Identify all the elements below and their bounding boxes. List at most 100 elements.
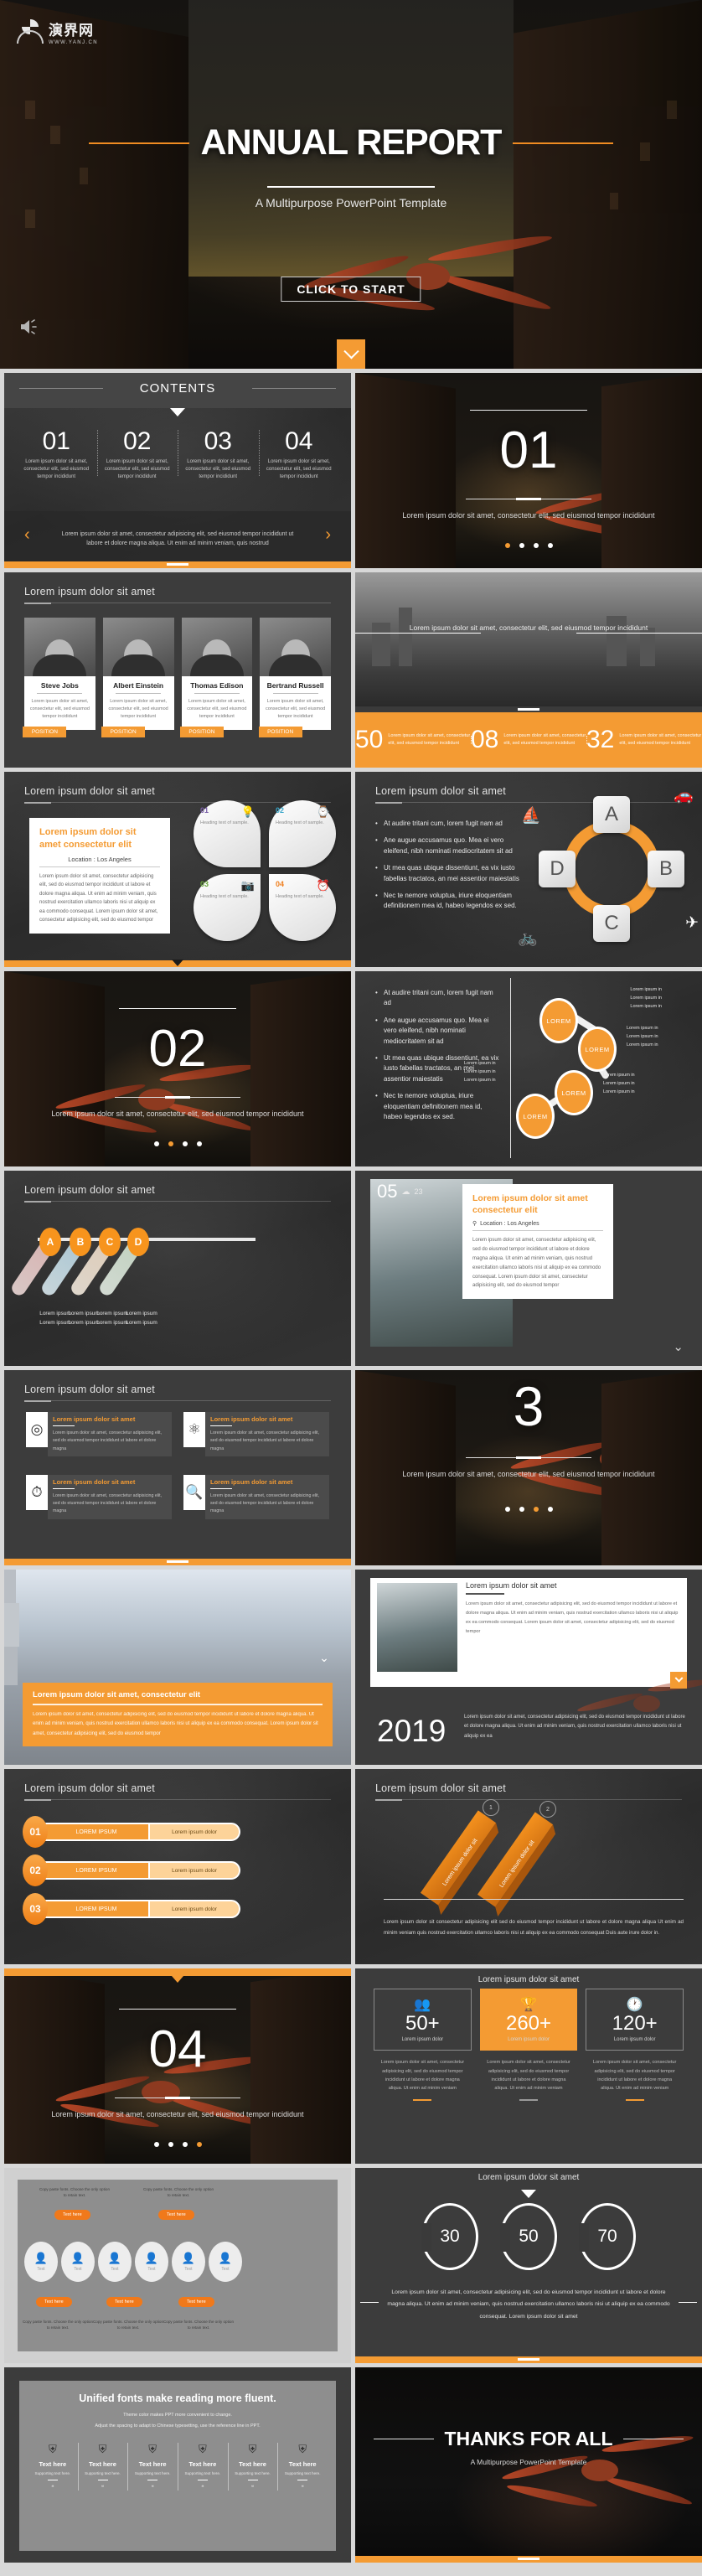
abcd-tile-a[interactable]: A xyxy=(593,796,630,833)
slide-city-stats[interactable]: Lorem ipsum dolor sit amet, consectetur … xyxy=(355,572,702,768)
plus-stat-card[interactable]: 🏆 260+ Lorem ipsum dolor Lorem ipsum dol… xyxy=(479,1989,578,2101)
slide-title: Lorem ipsum dolor sit amet xyxy=(375,1782,506,1794)
chevron-down-icon[interactable] xyxy=(337,339,365,369)
slide-team[interactable]: Lorem ipsum dolor sit amet Steve Jobs Lo… xyxy=(4,572,351,768)
slide-molecule[interactable]: At audire tritani cum, lorem fugit nam a… xyxy=(355,971,702,1166)
fonts-column[interactable]: ⛨ Text here Supporting text here. ❝ xyxy=(178,2443,228,2491)
team-list: Steve Jobs Lorem ipsum dolor sit amet, c… xyxy=(23,618,331,738)
slide-features[interactable]: Lorem ipsum dolor sit amet ◎ Lorem ipsum… xyxy=(4,1370,351,1565)
molecule-node[interactable]: LOREM xyxy=(516,1094,555,1139)
slide-dots[interactable] xyxy=(355,1507,702,1512)
org-avatar[interactable]: 👤 Text xyxy=(135,2242,168,2282)
molecule-node[interactable]: LOREM xyxy=(539,998,578,1043)
step-circle-1[interactable]: 1 xyxy=(483,1799,499,1816)
slide-dots[interactable] xyxy=(355,543,702,548)
stat-item[interactable]: 32 Lorem ipsum dolor sit amet, consectet… xyxy=(586,727,702,753)
slide-abcd[interactable]: Lorem ipsum dolor sit amet At audire tri… xyxy=(355,772,702,967)
molecule-node[interactable]: LOREM xyxy=(578,1027,617,1072)
feature-item[interactable]: ⏱ Lorem ipsum dolor sit amet Lorem ipsum … xyxy=(26,1474,172,1519)
pin-b[interactable]: B xyxy=(70,1228,91,1256)
slide-contents[interactable]: CONTENTS 01 Lorem ipsum dolor sit amet, … xyxy=(4,373,351,568)
slide-ribbons[interactable]: Lorem ipsum dolor sit amet A B C D Lorem… xyxy=(4,1171,351,1366)
feature-item[interactable]: ⚛ Lorem ipsum dolor sit amet Lorem ipsum … xyxy=(183,1412,329,1456)
org-avatar[interactable]: 👤 Text xyxy=(172,2242,205,2282)
slide-dots[interactable] xyxy=(4,2142,351,2147)
org-avatar[interactable]: 👤 Text xyxy=(61,2242,95,2282)
quadrant-card-03[interactable]: 03 📷 Heading text of sample. xyxy=(194,874,261,941)
slide-year[interactable]: Lorem ipsum dolor sit amet Lorem ipsum d… xyxy=(355,1570,702,1765)
numbered-row[interactable]: 01 LOREM IPSUM Lorem ipsum dolor xyxy=(23,1816,240,1848)
molecule-node[interactable]: LOREM xyxy=(555,1070,593,1115)
abcd-tile-d[interactable]: D xyxy=(539,851,576,887)
chevron-down-icon[interactable]: ⌄ xyxy=(673,1339,684,1354)
member-desc: Lorem ipsum dolor sit amet, consectetur … xyxy=(187,699,247,719)
step-circle-2[interactable]: 2 xyxy=(539,1801,556,1818)
org-pill[interactable]: Text here xyxy=(36,2297,72,2307)
contents-item-04[interactable]: 04 Lorem ipsum dolor sit amet, consectet… xyxy=(258,428,340,481)
ring-gauge[interactable]: 70 xyxy=(579,2203,636,2270)
click-to-start-button[interactable]: CLICK TO START xyxy=(281,277,421,302)
prev-arrow-icon[interactable]: ‹ xyxy=(24,526,30,543)
slide-dots[interactable] xyxy=(4,1141,351,1146)
fonts-column[interactable]: ⛨ Text here Supporting text here. ❝ xyxy=(277,2443,328,2491)
ring-gauge[interactable]: 30 xyxy=(421,2203,478,2270)
hero-slide[interactable]: 演界网 WWW.YANJ.CN ANNUAL REPORT A Multipur… xyxy=(0,0,702,369)
team-member[interactable]: Thomas Edison Lorem ipsum dolor sit amet… xyxy=(179,618,253,738)
fonts-column[interactable]: ⛨ Text here Supporting text here. ❝ xyxy=(227,2443,278,2491)
slide-photo-panel[interactable]: 05 ☁ 23 Lorem ipsum dolor sit amet conse… xyxy=(355,1171,702,1366)
slide-infocard[interactable]: Lorem ipsum dolor sit amet Lorem ipsum d… xyxy=(4,772,351,967)
org-avatar[interactable]: 👤 Text xyxy=(98,2242,132,2282)
org-avatar[interactable]: 👤 Text xyxy=(209,2242,242,2282)
plus-stat-card[interactable]: 👥 50+ Lorem ipsum dolor Lorem ipsum dolo… xyxy=(374,1989,472,2101)
pin-c[interactable]: C xyxy=(99,1228,121,1256)
slide-numbered-bars[interactable]: Lorem ipsum dolor sit amet 01 LOREM IPSU… xyxy=(4,1769,351,1964)
slide-section-01[interactable]: 01 Lorem ipsum dolor sit amet, consectet… xyxy=(355,373,702,568)
org-pill[interactable]: Text here xyxy=(106,2297,142,2307)
abcd-tile-b[interactable]: B xyxy=(648,851,684,887)
slide-section-04[interactable]: 04 Lorem ipsum dolor sit amet, consectet… xyxy=(4,1968,351,2164)
org-pill[interactable]: Text here xyxy=(178,2297,214,2307)
fonts-column[interactable]: ⛨ Text here Supporting text here. ❝ xyxy=(77,2443,128,2491)
contents-item-01[interactable]: 01 Lorem ipsum dolor sit amet, consectet… xyxy=(16,428,97,481)
pin-d[interactable]: D xyxy=(127,1228,149,1256)
quadrant-card-04[interactable]: 04 ⏰ Heading text of sample. xyxy=(269,874,336,941)
org-pill[interactable]: Text here xyxy=(54,2210,90,2220)
ring-gauge[interactable]: 50 xyxy=(500,2203,557,2270)
team-member[interactable]: Steve Jobs Lorem ipsum dolor sit amet, c… xyxy=(23,618,95,738)
feature-item[interactable]: ◎ Lorem ipsum dolor sit amet Lorem ipsum … xyxy=(26,1412,172,1456)
chevron-down-button[interactable] xyxy=(670,1672,687,1689)
team-member[interactable]: Albert Einstein Lorem ipsum dolor sit am… xyxy=(101,618,174,738)
slide-fonts[interactable]: Unified fonts make reading more fluent. … xyxy=(4,2367,351,2563)
stat-item[interactable]: 08 Lorem ipsum dolor sit amet, consectet… xyxy=(471,727,586,753)
abcd-tile-c[interactable]: C xyxy=(593,905,630,942)
logo-text: 演界网 xyxy=(49,23,94,39)
feature-item[interactable]: 🔍 Lorem ipsum dolor sit amet Lorem ipsum … xyxy=(183,1474,329,1519)
org-pill[interactable]: Text here xyxy=(158,2210,194,2220)
quadrant-card-02[interactable]: 02 ⌚ Heading text of sample. xyxy=(269,800,336,867)
pin-a[interactable]: A xyxy=(39,1228,61,1256)
next-arrow-icon[interactable]: › xyxy=(325,526,331,543)
slide-city-caption[interactable]: ⌄ Lorem ipsum dolor sit amet, consectetu… xyxy=(4,1570,351,1765)
numbered-row[interactable]: 02 LOREM IPSUM Lorem ipsum dolor xyxy=(23,1854,240,1886)
slide-thanks[interactable]: THANKS FOR ALL A Multipurpose PowerPoint… xyxy=(355,2367,702,2563)
contents-item-02[interactable]: 02 Lorem ipsum dolor sit amet, consectet… xyxy=(96,428,178,481)
slide-3d-arrows[interactable]: Lorem ipsum dolor sit amet Lorem ipsum d… xyxy=(355,1769,702,1964)
contents-item-03[interactable]: 03 Lorem ipsum dolor sit amet, consectet… xyxy=(178,428,259,481)
speaker-icon[interactable] xyxy=(18,317,40,341)
slide-section-03[interactable]: 3 Lorem ipsum dolor sit amet, consectetu… xyxy=(355,1370,702,1565)
org-avatar[interactable]: 👤 Text xyxy=(24,2242,58,2282)
fonts-column[interactable]: ⛨ Text here Supporting text here. ❝ xyxy=(28,2443,78,2491)
chevron-down-icon[interactable]: ⌄ xyxy=(316,1649,333,1666)
team-member[interactable]: Bertrand Russell Lorem ipsum dolor sit a… xyxy=(258,618,331,738)
org-note: Copy paste fonts. Choose the only option… xyxy=(163,2320,235,2330)
slide-plus-stats[interactable]: Lorem ipsum dolor sit amet 👥 50+ Lorem i… xyxy=(355,1968,702,2164)
numbered-row[interactable]: 03 LOREM IPSUM Lorem ipsum dolor xyxy=(23,1893,240,1925)
slide-rings[interactable]: Lorem ipsum dolor sit amet 30 50 70 Lore… xyxy=(355,2168,702,2363)
quadrant-card-01[interactable]: 01 💡 Heading text of sample. xyxy=(194,800,261,867)
panel-body: Lorem ipsum dolor sit amet, consectetur … xyxy=(472,1238,601,1289)
stat-item[interactable]: 50 Lorem ipsum dolor sit amet, consectet… xyxy=(355,727,471,753)
slide-org-board[interactable]: Copy paste fonts. Choose the only option… xyxy=(4,2168,351,2363)
slide-section-02[interactable]: 02 Lorem ipsum dolor sit amet, consectet… xyxy=(4,971,351,1166)
plus-stat-card[interactable]: 🕐 120+ Lorem ipsum dolor Lorem ipsum dol… xyxy=(586,1989,684,2101)
fonts-column[interactable]: ⛨ Text here Supporting text here. ❝ xyxy=(127,2443,178,2491)
